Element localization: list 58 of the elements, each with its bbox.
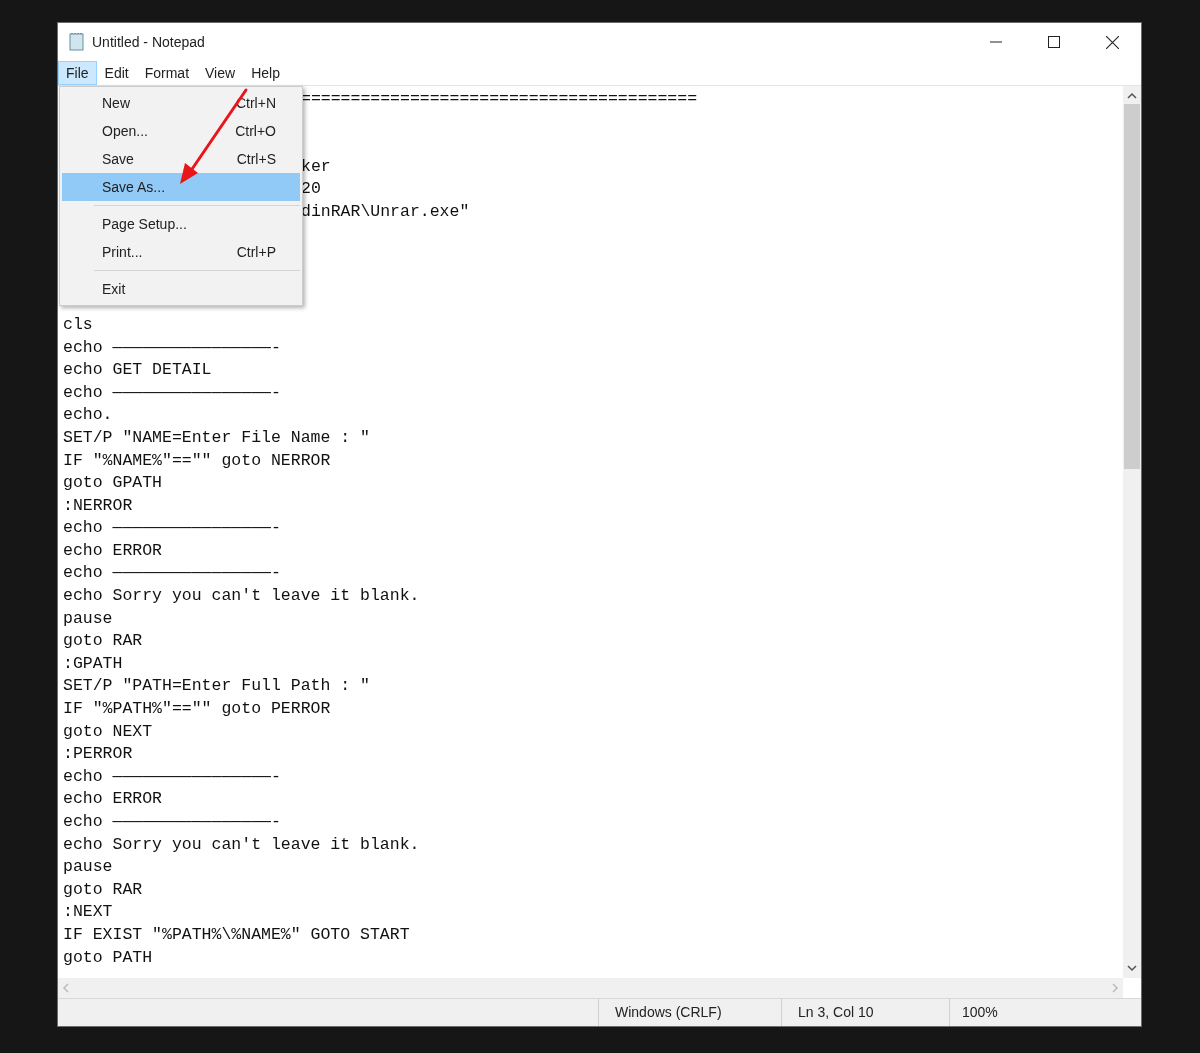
code-line: IF EXIST "%PATH%\%NAME%" GOTO START	[63, 924, 410, 944]
menu-item[interactable]: Save Ctrl+S	[62, 145, 300, 173]
maximize-icon	[1048, 36, 1060, 48]
close-icon	[1105, 35, 1119, 49]
scroll-down-icon[interactable]	[1127, 964, 1137, 972]
code-line: echo ERROR	[63, 789, 163, 809]
code-line: SET/P "NAME=Enter File Name : "	[63, 427, 370, 447]
scroll-right-icon[interactable]	[1111, 983, 1119, 993]
menu-bar-item[interactable]: Format	[136, 61, 198, 85]
code-line: echo.	[63, 405, 113, 425]
code-line: dinRAR\Unrar.exe"	[301, 201, 470, 221]
code-line: IF "%PATH%"=="" goto PERROR	[63, 699, 331, 719]
code-line: :GPATH	[63, 653, 123, 673]
menu-bar-item[interactable]: Edit	[96, 61, 137, 85]
code-line: echo Sorry you can't leave it blank.	[63, 586, 420, 606]
code-line: 20	[301, 179, 321, 199]
code-line: :NERROR	[63, 495, 133, 515]
zoom-status: 100%	[949, 999, 1141, 1026]
window-title: Untitled - Notepad	[92, 32, 205, 52]
code-line: goto PATH	[63, 947, 153, 967]
code-line: pause	[63, 608, 113, 628]
menu-item[interactable]: Exit	[62, 275, 300, 303]
code-line: goto RAR	[63, 879, 143, 899]
code-line: IF "%NAME%"=="" goto NERROR	[63, 450, 331, 470]
code-line: goto NEXT	[63, 721, 153, 741]
line-ending-status: Windows (CRLF)	[598, 999, 781, 1026]
code-line: echo ————————————————-	[63, 766, 281, 786]
menu-bar-item[interactable]: View	[197, 61, 244, 85]
menu-item[interactable]: Save As...	[62, 173, 300, 201]
scrollbar-thumb[interactable]	[1124, 104, 1140, 469]
scroll-up-icon[interactable]	[1127, 92, 1137, 100]
cursor-position-status: Ln 3, Col 10	[781, 999, 949, 1026]
code-line: :NEXT	[63, 902, 113, 922]
menu-item[interactable]: Print... Ctrl+P	[62, 238, 300, 266]
code-line: ========================================	[301, 89, 698, 108]
menu-bar-item[interactable]: File	[58, 61, 97, 85]
vertical-scrollbar[interactable]	[1123, 86, 1141, 978]
menu-item[interactable]: Page Setup...	[62, 210, 300, 238]
code-line: echo ————————————————-	[63, 812, 281, 831]
code-line: goto RAR	[63, 631, 143, 651]
code-line: SET/P "PATH=Enter Full Path : "	[63, 676, 370, 696]
code-line: ker	[301, 156, 331, 176]
code-line: echo ERROR	[63, 540, 163, 560]
code-line: echo GET DETAIL	[63, 360, 212, 380]
horizontal-scrollbar[interactable]	[58, 978, 1123, 998]
code-line: echo ————————————————-	[63, 518, 281, 538]
code-line: echo Sorry you can't leave it blank.	[63, 834, 420, 854]
code-line: pause	[63, 857, 113, 877]
notepad-icon	[68, 32, 86, 52]
code-line: cls	[63, 314, 93, 334]
code-line: :PERROR	[63, 744, 133, 764]
code-line: echo ————————————————-	[63, 382, 281, 402]
code-line: echo ————————————————-	[63, 563, 281, 583]
code-line: echo ————————————————-	[63, 337, 281, 357]
scroll-left-icon[interactable]	[62, 983, 70, 993]
menu-bar-item[interactable]: Help	[243, 61, 288, 85]
menu-item[interactable]: Open... Ctrl+O	[62, 117, 300, 145]
code-line: goto GPATH	[63, 473, 163, 493]
